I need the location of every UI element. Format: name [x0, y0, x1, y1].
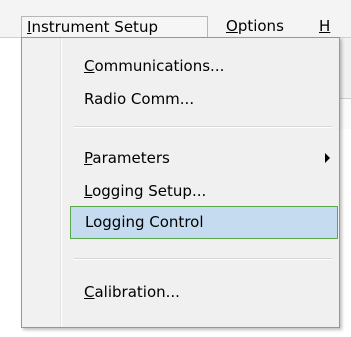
menu-item-logging-control[interactable]: Logging Control — [70, 206, 338, 239]
menu-item-parameters[interactable]: Parameters — [68, 142, 334, 174]
chevron-right-icon — [325, 153, 330, 163]
menu-item-label: Radio Comm... — [84, 83, 194, 115]
menu-item-communications[interactable]: Communications... — [68, 50, 334, 82]
menu-separator — [74, 126, 332, 128]
label-post: arameters — [92, 149, 170, 167]
menu-item-calibration[interactable]: Calibration... — [68, 276, 334, 308]
menu-item-label: Parameters — [84, 142, 170, 174]
menubar-label-post: nstrument Setup — [31, 18, 158, 36]
menubar-help[interactable]: H — [319, 16, 330, 38]
label-mnemonic: L — [84, 182, 93, 200]
menu-item-label: Logging Setup... — [84, 175, 206, 207]
menu-bar: Instrument Setup Options H — [0, 0, 351, 38]
background-panel — [340, 99, 351, 129]
menu-gutter-highlight — [61, 38, 62, 327]
menu-item-logging-setup[interactable]: Logging Setup... — [68, 175, 334, 207]
menu-item-label: Communications... — [84, 50, 224, 82]
menubar-mnemonic: H — [319, 17, 331, 35]
instrument-setup-dropdown-menu: Communications... Radio Comm... Paramete… — [21, 37, 340, 328]
menubar-mnemonic: O — [226, 17, 238, 35]
menu-separator — [74, 258, 332, 260]
label-post: ogging Setup... — [92, 182, 207, 200]
menu-icon-gutter — [22, 38, 61, 327]
label-pre: Logging Control — [85, 213, 204, 231]
label-mnemonic: C — [84, 283, 95, 301]
menubar-options[interactable]: Options — [226, 16, 284, 38]
menubar-label-post: ptions — [237, 17, 284, 35]
menu-item-label: Calibration... — [84, 276, 180, 308]
label-post: ommunications... — [94, 57, 225, 75]
label-mnemonic: C — [84, 57, 95, 75]
menu-item-radio-comm[interactable]: Radio Comm... — [68, 83, 334, 115]
label-pre: Radio Comm... — [84, 90, 195, 108]
menubar-instrument-setup[interactable]: Instrument Setup — [21, 16, 208, 38]
background-toolbar — [340, 38, 351, 99]
menu-item-label: Logging Control — [85, 207, 204, 238]
label-post: alibration... — [94, 283, 180, 301]
